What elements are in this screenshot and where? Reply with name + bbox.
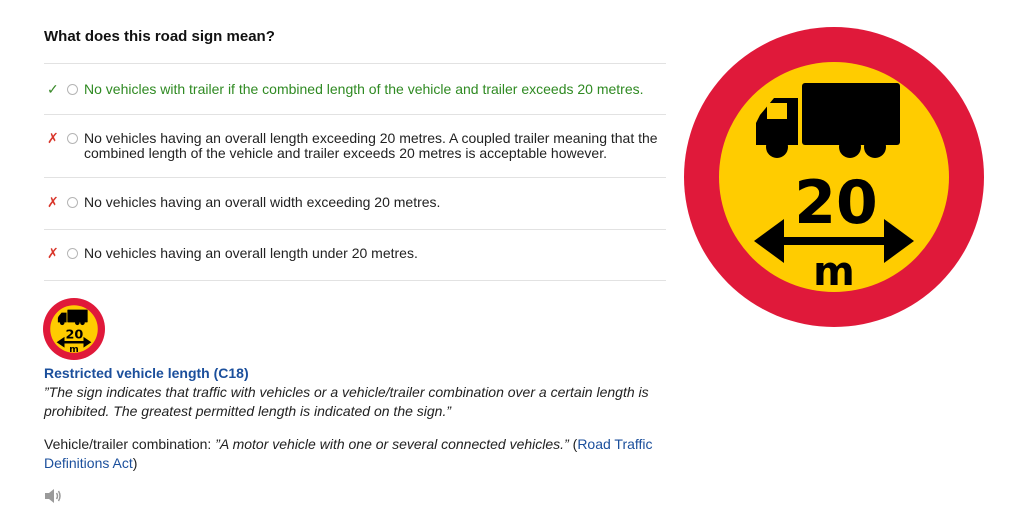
answer-option-3[interactable]: ✗ No vehicles having an overall width ex… [44, 178, 666, 230]
definition-paragraph: Vehicle/trailer combination: ”A motor ve… [44, 435, 654, 473]
cross-icon: ✗ [47, 245, 59, 261]
answer-option-4[interactable]: ✗ No vehicles having an overall length u… [44, 230, 666, 281]
question-title: What does this road sign mean? [44, 28, 275, 45]
speaker-icon[interactable] [44, 488, 62, 504]
cross-icon: ✗ [47, 194, 59, 210]
answer-option-1[interactable]: ✓ No vehicles with trailer if the combin… [44, 64, 666, 115]
check-icon: ✓ [47, 81, 59, 97]
answer-radio-4[interactable] [67, 248, 78, 259]
answer-list: ✓ No vehicles with trailer if the combin… [44, 63, 666, 281]
sign-title: Restricted vehicle length (C18) [44, 365, 249, 381]
definition-close: ) [132, 455, 138, 471]
answer-text-4: No vehicles having an overall length und… [84, 245, 418, 261]
answer-radio-2[interactable] [67, 133, 78, 144]
definition-prefix: Vehicle/trailer combination: [44, 436, 216, 452]
sign-unit: m [813, 249, 855, 295]
definition-quote: ”A motor vehicle with one or several con… [215, 436, 569, 452]
answer-text-1: No vehicles with trailer if the combined… [84, 81, 644, 97]
thumb-number: 20 [66, 328, 84, 343]
answer-text-2: No vehicles having an overall length exc… [84, 130, 658, 161]
answer-radio-1[interactable] [67, 84, 78, 95]
cross-icon: ✗ [47, 130, 59, 146]
thumb-unit: m [69, 345, 78, 355]
answer-text-3: No vehicles having an overall width exce… [84, 194, 441, 210]
sign-description: ”The sign indicates that traffic with ve… [44, 384, 649, 419]
sign-thumbnail: 20 m [43, 298, 105, 360]
road-sign-image: 20 m [684, 27, 984, 327]
answer-option-2[interactable]: ✗ No vehicles having an overall length e… [44, 115, 666, 178]
sign-number: 20 [794, 168, 878, 238]
answer-radio-3[interactable] [67, 197, 78, 208]
